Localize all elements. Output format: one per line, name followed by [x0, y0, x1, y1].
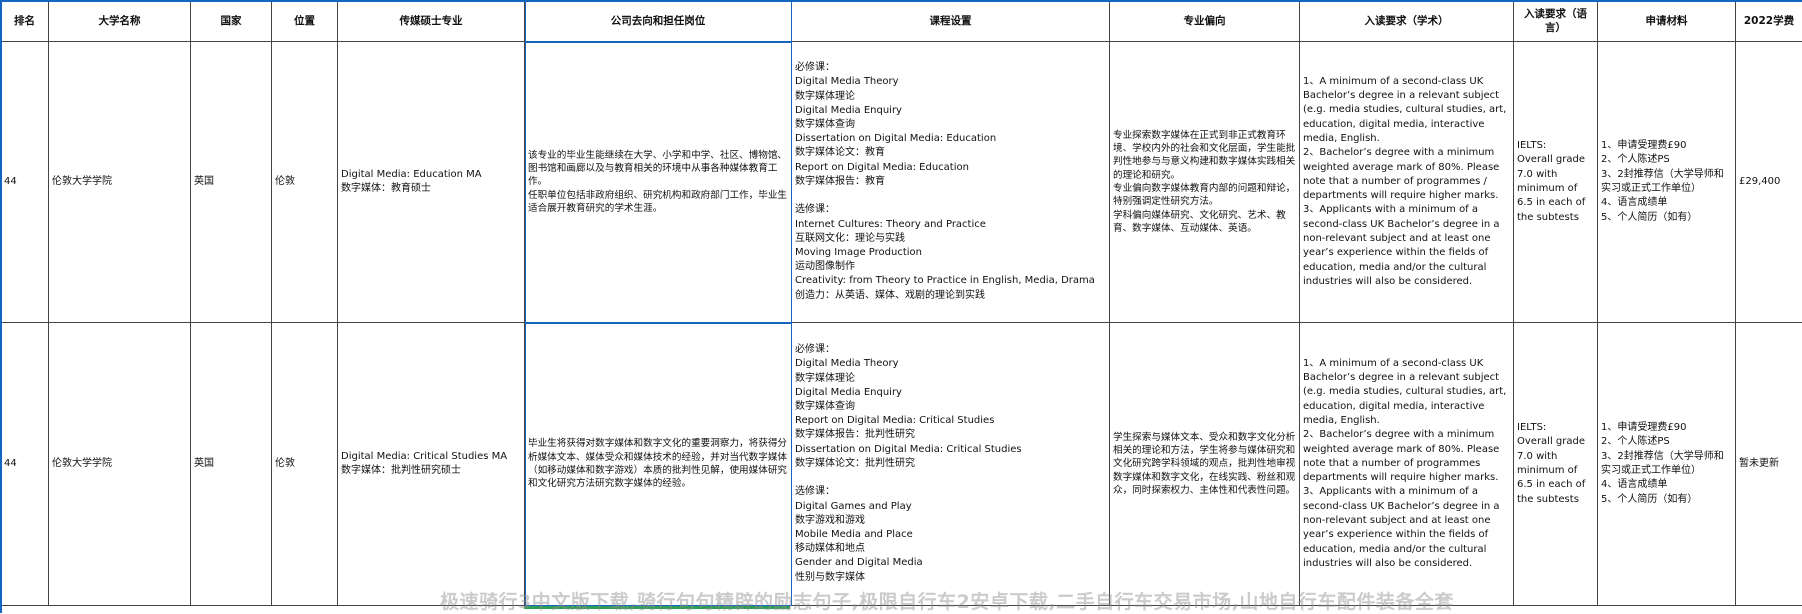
cell-location[interactable]: 伦敦: [272, 42, 338, 323]
cell-materials[interactable]: 1、申请受理费£90 2、个人陈述PS 3、2封推荐信（大学导师和实习或正式工作…: [1598, 42, 1736, 323]
header-country[interactable]: 国家: [191, 1, 272, 42]
cell-rank[interactable]: 44: [1, 42, 49, 323]
table-row: 44 伦敦大学学院 英国 伦敦 Digital Media: Education…: [1, 42, 1802, 323]
header-academic-req[interactable]: 入读要求（学术）: [1300, 1, 1514, 42]
header-focus[interactable]: 专业偏向: [1110, 1, 1300, 42]
cell-country[interactable]: 英国: [191, 323, 272, 606]
watermark-text: 极速骑行3中文版下载,骑行句句精辟的励志句子,极限自行车2安卓下载,二手自行车交…: [440, 587, 1740, 614]
header-program[interactable]: 传媒硕士专业: [338, 1, 525, 42]
header-materials[interactable]: 申请材料: [1598, 1, 1736, 42]
cell-language-req[interactable]: IELTS: Overall grade 7.0 with minimum of…: [1514, 323, 1598, 606]
selection-frame-left: [0, 0, 2, 613]
cell-academic-req[interactable]: 1、A minimum of a second-class UK Bachelo…: [1300, 323, 1514, 606]
header-rank[interactable]: 排名: [1, 1, 49, 42]
cell-rank[interactable]: 44: [1, 323, 49, 606]
cell-program[interactable]: Digital Media: Education MA 数字媒体：教育硕士: [338, 42, 525, 323]
program-table: 排名 大学名称 国家 位置 传媒硕士专业 公司去向和担任岗位 课程设置 专业偏向…: [0, 0, 1802, 606]
cell-language-req[interactable]: IELTS: Overall grade 7.0 with minimum of…: [1514, 42, 1598, 323]
cell-university[interactable]: 伦敦大学学院: [49, 323, 191, 606]
cell-career[interactable]: 毕业生将获得对数字媒体和数字文化的重要洞察力，将获得分析媒体文本、媒体受众和媒体…: [525, 323, 792, 606]
cell-country[interactable]: 英国: [191, 42, 272, 323]
header-career[interactable]: 公司去向和担任岗位: [525, 1, 792, 42]
cell-academic-req[interactable]: 1、A minimum of a second-class UK Bachelo…: [1300, 42, 1514, 323]
cell-materials[interactable]: 1、申请受理费£90 2、个人陈述PS 3、2封推荐信（大学导师和实习或正式工作…: [1598, 323, 1736, 606]
header-language-req[interactable]: 入读要求（语言）: [1514, 1, 1598, 42]
cell-courses[interactable]: 必修课： Digital Media Theory 数字媒体理论 Digital…: [792, 42, 1110, 323]
header-courses[interactable]: 课程设置: [792, 1, 1110, 42]
cell-tuition[interactable]: 暂未更新: [1736, 323, 1802, 606]
spreadsheet: 排名 大学名称 国家 位置 传媒硕士专业 公司去向和担任岗位 课程设置 专业偏向…: [0, 0, 1802, 613]
cell-career[interactable]: 该专业的毕业生能继续在大学、小学和中学、社区、博物馆、图书馆和画廊以及与教育相关…: [525, 42, 792, 323]
cell-focus[interactable]: 专业探索数字媒体在正式到非正式教育环境、学校内外的社会和文化层面，学生能批判性地…: [1110, 42, 1300, 323]
header-location[interactable]: 位置: [272, 1, 338, 42]
table-row: 44 伦敦大学学院 英国 伦敦 Digital Media: Critical …: [1, 323, 1802, 606]
cell-university[interactable]: 伦敦大学学院: [49, 42, 191, 323]
cell-program[interactable]: Digital Media: Critical Studies MA 数字媒体：…: [338, 323, 525, 606]
header-row: 排名 大学名称 国家 位置 传媒硕士专业 公司去向和担任岗位 课程设置 专业偏向…: [1, 1, 1802, 42]
header-university[interactable]: 大学名称: [49, 1, 191, 42]
header-tuition[interactable]: 2022学费: [1736, 1, 1802, 42]
cell-tuition[interactable]: £29,400: [1736, 42, 1802, 323]
cell-courses[interactable]: 必修课： Digital Media Theory 数字媒体理论 Digital…: [792, 323, 1110, 606]
selection-frame-top: [0, 0, 1802, 2]
cell-focus[interactable]: 学生探索与媒体文本、受众和数字文化分析相关的理论和方法，学生将参与媒体研究和文化…: [1110, 323, 1300, 606]
cell-location[interactable]: 伦敦: [272, 323, 338, 606]
